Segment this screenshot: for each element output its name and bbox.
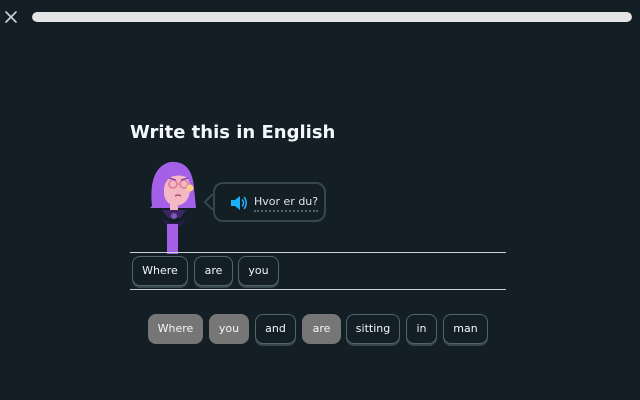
challenge-title: Write this in English <box>130 122 336 143</box>
word-bank-chip[interactable]: you <box>209 314 249 344</box>
answer-area[interactable]: Where are you <box>132 256 506 287</box>
word-bank-chip[interactable]: sitting <box>346 314 400 344</box>
answer-word-chip[interactable]: are <box>194 256 233 286</box>
word-bank-chip[interactable]: are <box>302 314 341 344</box>
speech-bubble: Hvor er du? <box>213 182 326 222</box>
close-icon[interactable] <box>4 10 18 24</box>
character-illustration <box>150 161 196 254</box>
word-bank-chip[interactable]: in <box>406 314 437 344</box>
answer-word-chip[interactable]: you <box>238 256 279 286</box>
lesson-screen: Write this in English Hvor er du? Where … <box>0 0 640 400</box>
answer-word-chip[interactable]: Where <box>132 256 188 286</box>
word-bank-chip[interactable]: man <box>443 314 488 344</box>
word-bank: Where you and are sitting in man <box>0 314 640 346</box>
speaker-icon[interactable] <box>229 194 249 212</box>
progress-fill <box>32 12 632 22</box>
answer-line-top <box>130 252 506 253</box>
word-bank-chip[interactable]: Where <box>148 314 203 344</box>
prompt-sentence[interactable]: Hvor er du? <box>254 195 319 212</box>
progress-bar <box>32 12 632 22</box>
word-bank-chip[interactable]: and <box>255 314 296 344</box>
answer-line-bottom <box>130 289 506 290</box>
